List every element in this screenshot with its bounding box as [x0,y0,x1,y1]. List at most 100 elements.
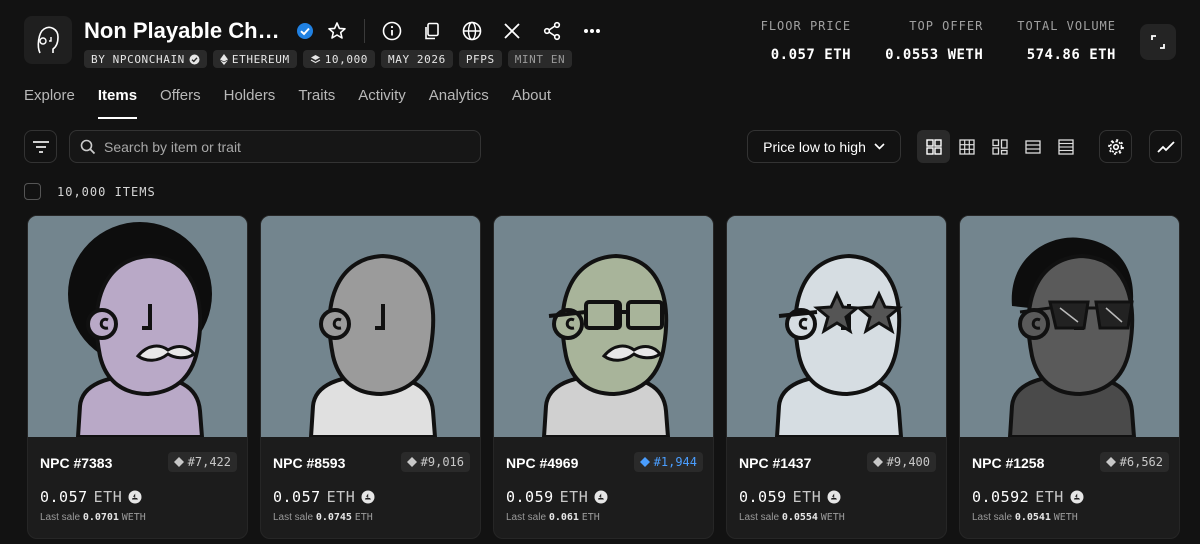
select-all-checkbox[interactable] [24,183,41,200]
website-globe-icon[interactable] [461,20,483,42]
tab-offers[interactable]: Offers [160,87,201,117]
view-list-button[interactable] [1016,130,1049,163]
top-offer-value: 0.0553 WETH [885,47,984,63]
last-sale-currency: WETH [1053,512,1078,523]
tab-analytics[interactable]: Analytics [429,87,489,117]
filter-lines-icon [32,140,49,153]
chain-chip[interactable]: ETHEREUM [212,50,297,68]
items-grid: NPC #7383 #7,422 0.057 ETH Last sale 0.0… [27,215,1180,539]
copy-icon[interactable] [421,20,443,42]
marketplace-logo-icon [827,490,841,504]
view-table-button[interactable] [1049,130,1082,163]
category-chip[interactable]: PFPS [458,50,502,68]
price-currency: ETH [559,488,589,506]
header-divider [364,19,365,43]
item-price: 0.057 ETH [40,488,142,506]
tab-holders[interactable]: Holders [224,87,276,117]
sort-dropdown[interactable]: Price low to high [747,130,901,163]
info-icon[interactable] [381,20,403,42]
search-icon [80,139,96,154]
item-name: NPC #7383 [40,455,113,471]
category-label: PFPS [465,52,495,66]
rarity-rank: #6,562 [1119,455,1163,469]
collection-chips: BY NPCONCHAIN ETHEREUM 10,000 MAY 2026 P… [84,50,604,68]
chevron-down-icon [874,143,885,150]
tab-explore[interactable]: Explore [24,87,75,117]
last-sale-label: Last sale [273,512,314,523]
last-sale-value: 0.0701 [82,512,119,523]
tab-traits[interactable]: Traits [298,87,335,117]
search-input[interactable] [104,138,464,155]
favorite-star-icon[interactable] [326,20,348,42]
item-price: 0.059 ETH [506,488,608,506]
share-icon[interactable] [541,20,563,42]
last-sale-currency: WETH [820,512,845,523]
floor-price-label: FLOOR PRICE [760,19,852,33]
view-masonry-button[interactable] [983,130,1016,163]
mint-chip: MINT EN [507,50,573,68]
tab-activity[interactable]: Activity [358,87,406,117]
rarity-rank-badge: #6,562 [1099,452,1169,472]
rarity-rank-badge: #7,422 [167,452,237,472]
x-twitter-icon[interactable] [501,20,523,42]
last-sale-label: Last sale [739,512,780,523]
total-volume-value: 574.86 ETH [1026,47,1116,63]
last-sale-label: Last sale [40,512,81,523]
rarity-rank-badge: #9,400 [866,452,936,472]
view-mode-toggle [917,130,1082,163]
settings-button[interactable] [1099,130,1132,163]
item-name: NPC #8593 [273,455,346,471]
last-sale-value: 0.0554 [781,512,818,523]
trend-line-icon [1156,140,1175,153]
price-value: 0.059 [739,488,787,506]
gear-icon [1107,138,1124,155]
item-card-4[interactable]: NPC #1437 #9,400 0.059 ETH Last sale 0.0… [726,215,947,539]
collection-logo[interactable] [24,16,72,64]
tab-about[interactable]: About [512,87,551,117]
nft-image [261,216,480,437]
expand-button[interactable] [1140,24,1176,60]
nft-image [28,216,247,437]
supply-chip: 10,000 [302,50,376,68]
rarity-rank-badge: #9,016 [400,452,470,472]
item-card-2[interactable]: NPC #8593 #9,016 0.057 ETH Last sale 0.0… [260,215,481,539]
price-currency: ETH [326,488,356,506]
more-options-icon[interactable] [581,20,603,42]
view-small-grid-button[interactable] [950,130,983,163]
ethereum-icon [219,53,228,65]
filter-button[interactable] [24,130,57,163]
list-icon [1024,139,1041,154]
search-box [69,130,481,163]
rarity-rank: #9,400 [886,455,930,469]
date-chip: MAY 2026 [381,50,453,68]
small-grid-icon [958,138,975,155]
rarity-rank: #7,422 [187,455,231,469]
rarity-diamond-icon [639,457,650,467]
marketplace-logo-icon [361,490,375,504]
layers-icon [310,54,320,63]
tab-items[interactable]: Items [97,87,138,119]
item-name: NPC #4969 [506,455,579,471]
rarity-diamond-icon [1105,457,1116,467]
creator-chip[interactable]: BY NPCONCHAIN [84,50,207,68]
chain-label: ETHEREUM [231,52,290,66]
price-currency: ETH [93,488,123,506]
supply-label: 10,000 [324,52,369,66]
item-card-1[interactable]: NPC #7383 #7,422 0.057 ETH Last sale 0.0… [27,215,248,539]
item-card-3[interactable]: NPC #4969 #1,944 0.059 ETH Last sale 0.0… [493,215,714,539]
item-card-5[interactable]: NPC #1258 #6,562 0.0592 ETH Last sale 0.… [959,215,1180,539]
table-icon [1057,138,1074,155]
last-sale-label: Last sale [506,512,547,523]
item-price: 0.0592 ETH [972,488,1084,506]
collection-stats: FLOOR PRICE 0.057 ETH TOP OFFER 0.0553 W… [761,19,1116,63]
view-large-grid-button[interactable] [917,130,950,163]
last-sale-currency: ETH [581,512,600,523]
top-offer-label: TOP OFFER [909,19,984,33]
nft-image [960,216,1179,437]
last-sale-value: 0.0745 [315,512,352,523]
analytics-chart-button[interactable] [1149,130,1182,163]
last-sale-value: 0.0541 [1014,512,1051,523]
total-volume-label: TOTAL VOLUME [1017,19,1116,33]
total-volume-stat: TOTAL VOLUME 574.86 ETH [1017,19,1116,63]
last-sale: Last sale 0.0554 WETH [739,512,845,523]
